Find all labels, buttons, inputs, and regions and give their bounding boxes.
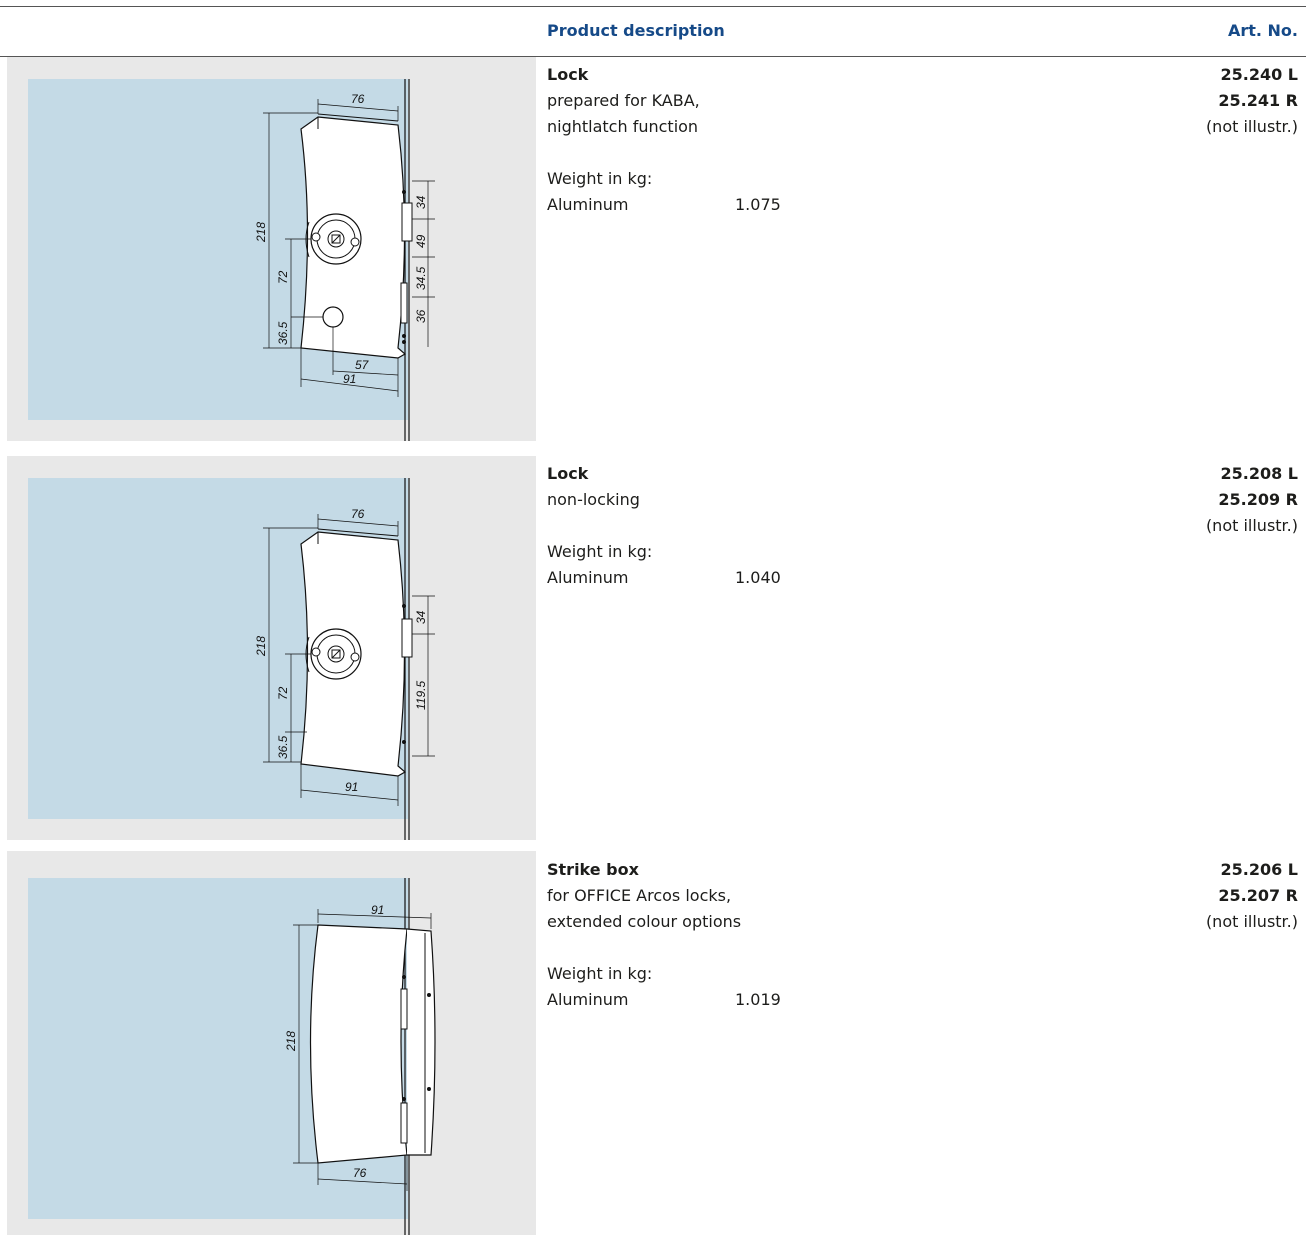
release-button (322, 306, 344, 328)
dim-r1: 34 (414, 195, 428, 209)
header-product-description: Product description (547, 21, 725, 40)
art-note: (not illustr.) (1205, 912, 1298, 931)
dim-low: 36.5 (276, 735, 290, 759)
weight-label: Weight in kg: (547, 169, 653, 188)
dim-bottom2: 91 (343, 372, 356, 386)
header-art-no: Art. No. (1227, 21, 1298, 40)
dim-bottom1: 57 (355, 358, 370, 372)
dim-top: 76 (351, 92, 365, 106)
art-code: 25.209 R (1218, 490, 1298, 509)
lock-nonlocking-drawing: 76 218 72 36.5 91 34 119.5 (28, 478, 435, 840)
dim-mid: 72 (276, 270, 290, 284)
product-line: non-locking (547, 490, 640, 509)
weight-row: Aluminum 1.075 (547, 192, 781, 218)
product-3-drawing: 91 218 76 (7, 851, 536, 1235)
dim-r4: 36 (414, 309, 428, 323)
product-title: Strike box (547, 860, 639, 879)
dim-mid: 72 (276, 686, 290, 700)
weight-label: Weight in kg: (547, 542, 653, 561)
product-title: Lock (547, 464, 589, 483)
product-2-art-no: 25.208 L 25.209 R (not illustr.) (1206, 461, 1298, 539)
weight-row: Aluminum 1.019 (547, 987, 781, 1013)
product-1-drawing: 76 218 72 36.5 57 91 34 49 34.5 36 (7, 57, 536, 441)
product-line: for OFFICE Arcos locks, (547, 886, 732, 905)
dim-bottom: 76 (353, 1166, 367, 1180)
product-title: Lock (547, 65, 589, 84)
dim-bottom: 91 (345, 780, 358, 794)
lock-kaba-drawing: 76 218 72 36.5 57 91 34 49 34.5 36 (28, 79, 435, 441)
weight-label: Weight in kg: (547, 964, 653, 983)
dim-r1: 34 (414, 610, 428, 624)
weight-value: 1.040 (735, 568, 781, 587)
material: Aluminum (547, 568, 629, 587)
dim-height: 218 (254, 222, 268, 243)
dim-r2: 49 (414, 234, 428, 248)
product-1-description: Lock prepared for KABA, nightlatch funct… (547, 62, 781, 218)
material: Aluminum (547, 195, 629, 214)
weight-value: 1.019 (735, 990, 781, 1009)
art-code: 25.241 R (1218, 91, 1298, 110)
art-code: 25.240 L (1220, 65, 1298, 84)
dim-top: 76 (351, 507, 365, 521)
dim-r2: 119.5 (414, 681, 428, 710)
material: Aluminum (547, 990, 629, 1009)
dim-low: 36.5 (276, 321, 290, 345)
top-rule (0, 6, 1306, 7)
strike-box-drawing: 91 218 76 (28, 878, 436, 1235)
art-note: (not illustr.) (1205, 516, 1298, 535)
dim-top: 91 (371, 903, 384, 917)
art-code: 25.207 R (1218, 886, 1298, 905)
product-line: prepared for KABA, (547, 91, 700, 110)
product-line: extended colour options (547, 912, 742, 931)
product-3-art-no: 25.206 L 25.207 R (not illustr.) (1206, 857, 1298, 935)
product-2-drawing: 76 218 72 36.5 91 34 119.5 (7, 456, 536, 840)
product-2-description: Lock non-locking Weight in kg: Aluminum … (547, 461, 781, 591)
dim-r3: 34.5 (414, 266, 428, 290)
art-code: 25.208 L (1220, 464, 1298, 483)
product-3-description: Strike box for OFFICE Arcos locks, exten… (547, 857, 781, 1013)
strike-body (309, 924, 408, 1164)
dim-height: 218 (284, 1031, 298, 1052)
product-1-art-no: 25.240 L 25.241 R (not illustr.) (1206, 62, 1298, 140)
weight-value: 1.075 (735, 195, 781, 214)
dim-height: 218 (254, 636, 268, 657)
art-note: (not illustr.) (1205, 117, 1298, 136)
art-code: 25.206 L (1220, 860, 1298, 879)
weight-row: Aluminum 1.040 (547, 565, 781, 591)
product-line: nightlatch function (547, 117, 699, 136)
